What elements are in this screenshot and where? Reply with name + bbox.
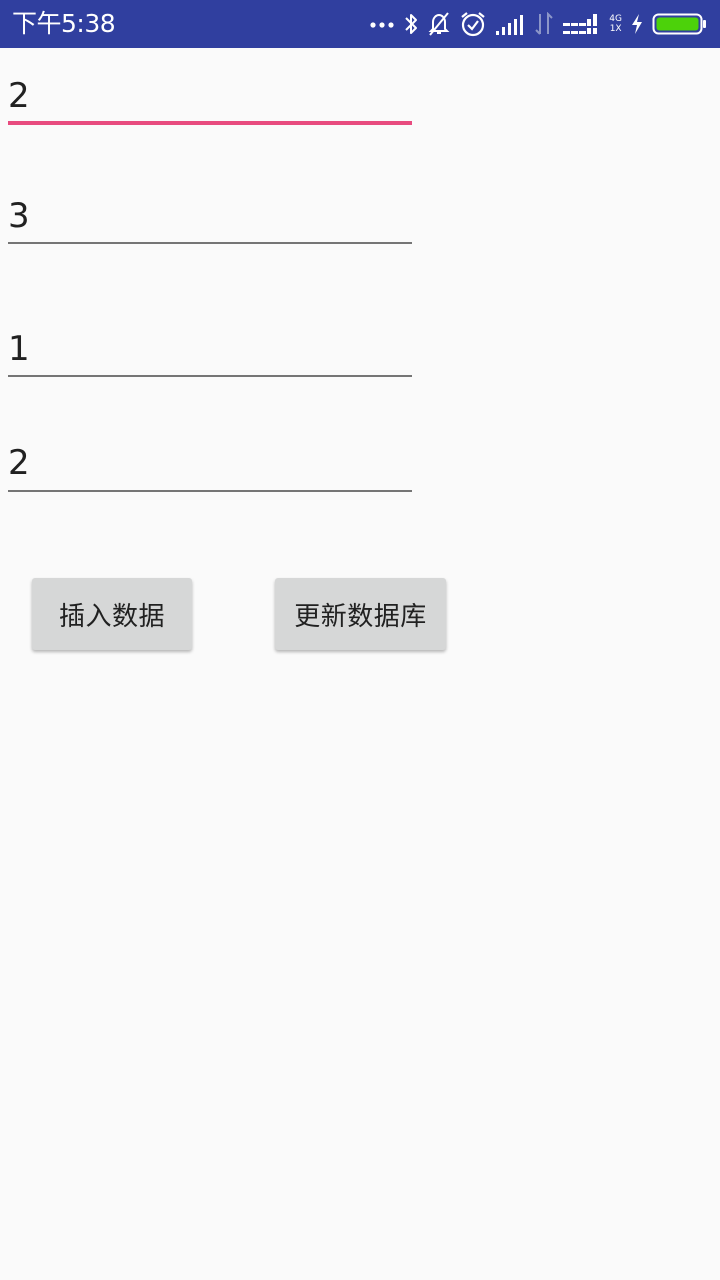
battery-icon	[652, 12, 708, 36]
more-dots-icon	[369, 19, 395, 29]
status-icons: 4G 1X	[369, 8, 708, 40]
edit-field-3[interactable]: 1	[8, 323, 412, 379]
notifications-off-icon	[427, 11, 451, 37]
edit-field-4-value: 2	[8, 443, 30, 483]
edit-field-1-value: 2	[8, 76, 30, 116]
update-database-button[interactable]: 更新数据库	[275, 578, 446, 650]
status-bar: 下午5:38 4G 1X	[0, 0, 720, 48]
edit-field-1[interactable]: 2	[8, 70, 412, 126]
charging-icon	[630, 13, 644, 35]
edit-field-3-underline	[8, 375, 412, 377]
edit-field-3-value: 1	[8, 329, 30, 369]
status-time: 下午5:38	[12, 9, 116, 38]
edit-field-4-underline	[8, 490, 412, 492]
edit-field-2[interactable]: 3	[8, 190, 412, 246]
edit-field-2-value: 3	[8, 196, 30, 236]
edit-field-1-underline	[8, 121, 412, 125]
data-arrows-icon	[533, 12, 555, 36]
edit-field-4[interactable]: 2	[8, 437, 412, 493]
signal2-icon	[563, 12, 601, 36]
edit-field-2-underline	[8, 242, 412, 244]
insert-data-button[interactable]: 插入数据	[32, 578, 192, 650]
network-4g-label: 4G	[609, 14, 622, 24]
alarm-icon	[459, 10, 487, 38]
network-1x-label: 1X	[609, 24, 622, 34]
network-type-label: 4G 1X	[609, 14, 622, 34]
signal-icon	[495, 13, 525, 35]
bluetooth-icon	[403, 11, 419, 37]
